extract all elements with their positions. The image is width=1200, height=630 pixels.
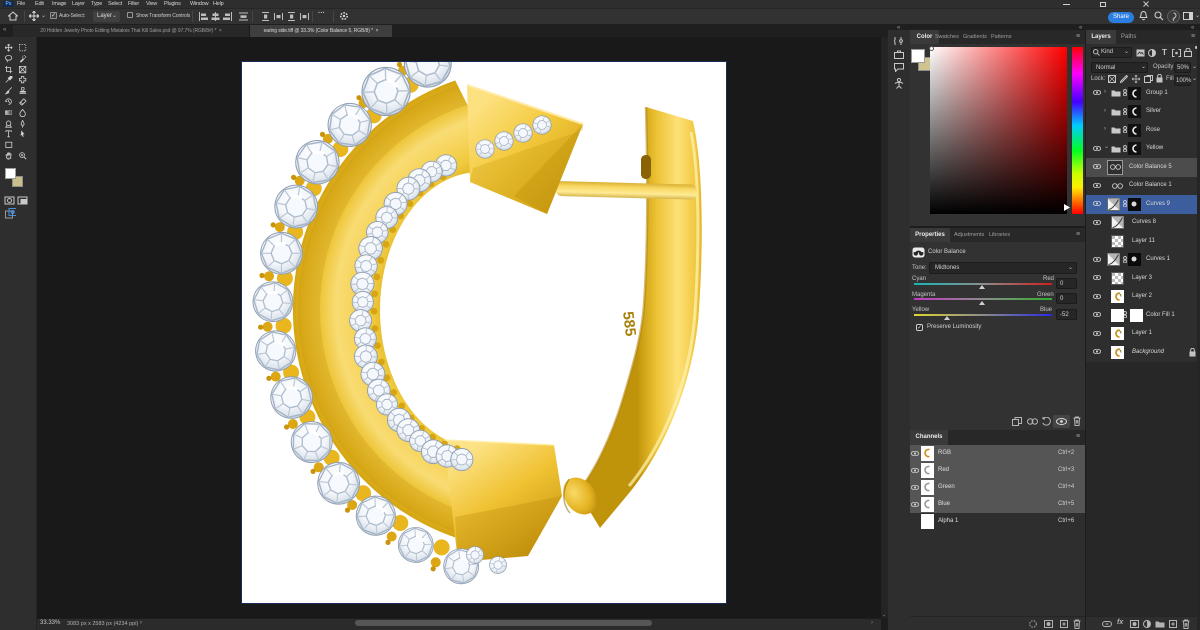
svg-text:585: 585 [619, 310, 639, 337]
